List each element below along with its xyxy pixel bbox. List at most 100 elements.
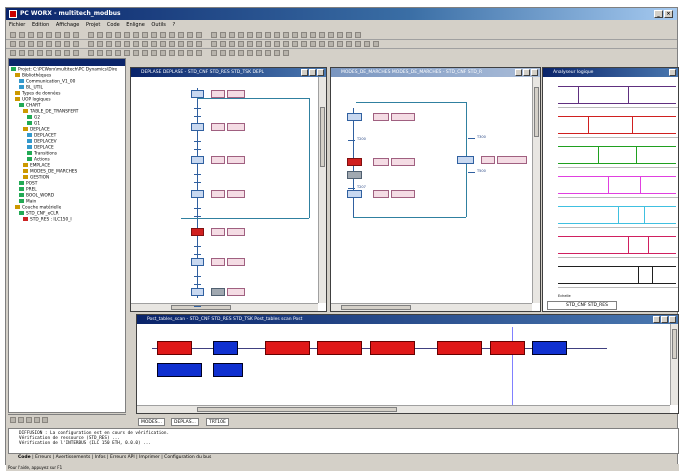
fbd-block[interactable] [317, 341, 362, 355]
sfc-action-box[interactable] [227, 190, 245, 198]
sfc-transition[interactable] [194, 108, 201, 109]
close-button[interactable] [669, 316, 676, 323]
toolbar-icon[interactable] [247, 32, 253, 38]
toolbar-icon[interactable] [10, 50, 16, 56]
output-tab-bus-config[interactable]: Configuration du bus [164, 455, 211, 460]
close-button[interactable] [317, 69, 324, 76]
toolbar-icon[interactable] [283, 32, 289, 38]
horizontal-scrollbar[interactable] [137, 405, 670, 413]
sfc-action-box[interactable] [227, 90, 245, 98]
toolbar-icon[interactable] [151, 41, 157, 47]
tree-tab-icon[interactable] [34, 417, 40, 423]
sfc-transition[interactable] [194, 182, 201, 183]
toolbar-icon[interactable] [211, 32, 217, 38]
toolbar-icon[interactable] [73, 41, 79, 47]
menu-project[interactable]: Projet [86, 22, 100, 28]
toolbar-icon[interactable] [115, 50, 121, 56]
toolbar-icon[interactable] [229, 50, 235, 56]
toolbar-icon[interactable] [55, 32, 61, 38]
sfc-action-box[interactable] [211, 258, 225, 266]
toolbar-icon[interactable] [73, 50, 79, 56]
toolbar-icon[interactable] [178, 41, 184, 47]
toolbar-icon[interactable] [10, 32, 16, 38]
sfc-step[interactable] [191, 190, 204, 198]
toolbar-icon[interactable] [373, 41, 379, 47]
toolbar-icon[interactable] [28, 41, 34, 47]
fbd-block[interactable] [213, 341, 238, 355]
toolbar-icon[interactable] [88, 32, 94, 38]
sfc-action-box[interactable] [391, 113, 415, 121]
horizontal-scrollbar[interactable] [131, 303, 318, 311]
toolbar-icon[interactable] [196, 32, 202, 38]
toolbar-icon[interactable] [115, 41, 121, 47]
sfc-transition[interactable] [194, 149, 201, 150]
toolbar-icon[interactable] [169, 50, 175, 56]
toolbar-icon[interactable] [337, 32, 343, 38]
toolbar-icon[interactable] [274, 32, 280, 38]
toolbar-icon[interactable] [292, 41, 298, 47]
output-tab-errors[interactable]: Erreurs [35, 455, 51, 460]
toolbar-icon[interactable] [283, 50, 289, 56]
toolbar-icon[interactable] [187, 41, 193, 47]
sfc-step[interactable] [457, 156, 474, 164]
toolbar-icon[interactable] [178, 50, 184, 56]
toolbar-icon[interactable] [196, 50, 202, 56]
toolbar-icon[interactable] [211, 50, 217, 56]
sfc-action-box[interactable] [227, 258, 245, 266]
sfc-transition[interactable] [194, 284, 201, 285]
sfc-step[interactable] [347, 158, 362, 166]
toolbar-icon[interactable] [37, 50, 43, 56]
toolbar-icon[interactable] [97, 32, 103, 38]
menu-edit[interactable]: Edition [32, 22, 49, 28]
sfc-action-box[interactable] [211, 90, 225, 98]
toolbar-icon[interactable] [142, 32, 148, 38]
toolbar-icon[interactable] [328, 32, 334, 38]
toolbar-icon[interactable] [229, 32, 235, 38]
close-button[interactable] [531, 69, 538, 76]
toolbar-icon[interactable] [319, 41, 325, 47]
toolbar-icon[interactable] [97, 41, 103, 47]
toolbar-icon[interactable] [220, 41, 226, 47]
toolbar-icon[interactable] [265, 50, 271, 56]
toolbar-icon[interactable] [142, 41, 148, 47]
menu-tools[interactable]: Outils [151, 22, 165, 28]
analyzer-tab[interactable]: STD_CNF STD_RES [547, 301, 617, 310]
toolbar-icon[interactable] [64, 50, 70, 56]
toolbar-icon[interactable] [310, 32, 316, 38]
toolbar-icon[interactable] [124, 50, 130, 56]
menu-online[interactable]: Enligne [126, 22, 145, 28]
toolbar-icon[interactable] [238, 41, 244, 47]
toolbar-icon[interactable] [160, 41, 166, 47]
toolbar-icon[interactable] [364, 41, 370, 47]
vertical-scrollbar[interactable] [670, 324, 678, 405]
sfc-transition[interactable] [348, 188, 355, 189]
toolbar-icon[interactable] [124, 41, 130, 47]
toolbar-icon[interactable] [247, 41, 253, 47]
toolbar-icon[interactable] [256, 50, 262, 56]
output-tab-infos[interactable]: Infos [95, 455, 106, 460]
menu-code[interactable]: Code [107, 22, 120, 28]
toolbar-icon[interactable] [319, 32, 325, 38]
toolbar-icon[interactable] [187, 50, 193, 56]
toolbar-icon[interactable] [133, 41, 139, 47]
sfc-step[interactable] [347, 113, 362, 121]
maximize-button[interactable] [523, 69, 530, 76]
sfc-step[interactable] [191, 258, 204, 266]
toolbar-icon[interactable] [133, 50, 139, 56]
toolbar-icon[interactable] [229, 41, 235, 47]
toolbar-icon[interactable] [220, 50, 226, 56]
toolbar-icon[interactable] [346, 41, 352, 47]
output-tab-api-errors[interactable]: Erreurs API [110, 455, 135, 460]
sfc-transition[interactable] [194, 174, 201, 175]
toolbar-icon[interactable] [238, 32, 244, 38]
toolbar-icon[interactable] [247, 50, 253, 56]
fbd-block[interactable] [213, 363, 243, 377]
mdi-tab-modes[interactable]: MODES... [138, 418, 165, 426]
toolbar-icon[interactable] [106, 41, 112, 47]
toolbar-icon[interactable] [73, 32, 79, 38]
toolbar-icon[interactable] [346, 32, 352, 38]
sfc-action-box[interactable] [391, 158, 415, 166]
toolbar-icon[interactable] [160, 50, 166, 56]
toolbar-icon[interactable] [283, 41, 289, 47]
sfc-transition[interactable] [194, 208, 201, 209]
